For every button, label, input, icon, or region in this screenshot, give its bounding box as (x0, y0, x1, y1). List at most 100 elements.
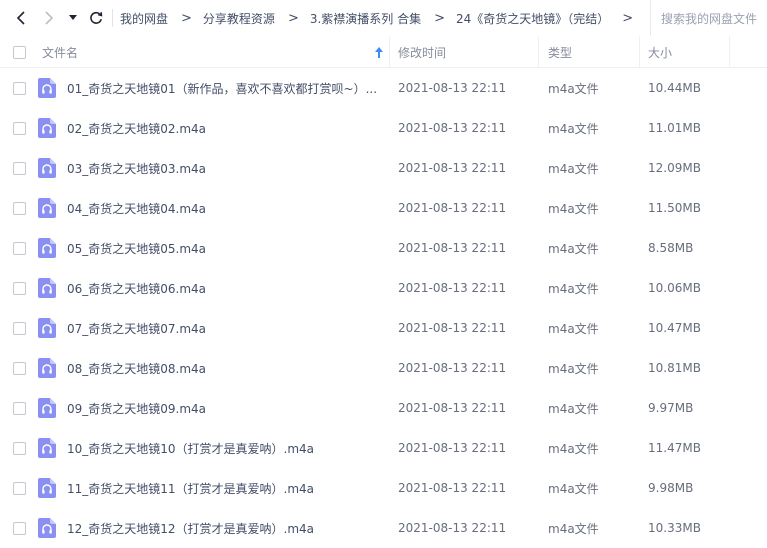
table-row[interactable]: 11_奇货之天地镜11（打赏才是真爱呐）.m4a 2021-08-13 22:11… (0, 468, 767, 508)
column-header-size[interactable]: 大小 (648, 36, 672, 68)
table-row[interactable]: 02_奇货之天地镜02.m4a 2021-08-13 22:11 m4a文件 11.0… (0, 108, 767, 148)
file-name[interactable]: 05_奇货之天地镜05.m4a (67, 228, 377, 268)
file-name[interactable]: 08_奇货之天地镜08.m4a (67, 348, 377, 388)
row-checkbox[interactable] (13, 481, 26, 495)
table-row[interactable]: 12_奇货之天地镜12（打赏才是真爱呐）.m4a 2021-08-13 22:11… (0, 508, 767, 548)
file-name[interactable]: 04_奇货之天地镜04.m4a (67, 188, 377, 228)
breadcrumb: 我的网盘 > 分享教程资源 > 3.紫襟演播系列 合集 > 24《奇货之天地镜》… (120, 0, 644, 36)
refresh-button[interactable] (84, 5, 108, 31)
sort-up-arrow-icon[interactable] (374, 47, 384, 58)
audio-file-icon (38, 518, 56, 538)
audio-file-icon (38, 118, 56, 138)
row-checkbox[interactable] (13, 401, 26, 415)
row-checkbox[interactable] (13, 321, 26, 335)
row-checkbox[interactable] (13, 441, 26, 455)
back-button[interactable] (9, 5, 33, 31)
toolbar-divider (112, 9, 113, 27)
file-type: m4a文件 (548, 361, 599, 376)
column-header-name[interactable]: 文件名 (42, 36, 78, 68)
row-checkbox[interactable] (13, 521, 26, 535)
audio-file-icon (38, 438, 56, 458)
column-divider (729, 36, 730, 68)
column-header-modified[interactable]: 修改时间 (398, 36, 446, 68)
table-row[interactable]: 01_奇货之天地镜01（新作品，喜欢不喜欢都打赏呗~）.... 2021-08-1… (0, 68, 767, 108)
file-type: m4a文件 (548, 401, 599, 416)
table-row[interactable]: 03_奇货之天地镜03.m4a 2021-08-13 22:11 m4a文件 12.0… (0, 148, 767, 188)
table-row[interactable]: 04_奇货之天地镜04.m4a 2021-08-13 22:11 m4a文件 11.5… (0, 188, 767, 228)
file-size: 10.81MB (648, 361, 701, 375)
file-name[interactable]: 12_奇货之天地镜12（打赏才是真爱呐）.m4a (67, 508, 377, 548)
file-type: m4a文件 (548, 281, 599, 296)
file-name[interactable]: 01_奇货之天地镜01（新作品，喜欢不喜欢都打赏呗~）.... (67, 68, 377, 108)
row-checkbox[interactable] (13, 241, 26, 255)
toolbar: 我的网盘 > 分享教程资源 > 3.紫襟演播系列 合集 > 24《奇货之天地镜》… (0, 0, 767, 36)
file-name[interactable]: 06_奇货之天地镜06.m4a (67, 268, 377, 308)
file-size: 9.98MB (648, 481, 694, 495)
file-modified-time: 2021-08-13 22:11 (398, 361, 507, 375)
table-row[interactable]: 07_奇货之天地镜07.m4a 2021-08-13 22:11 m4a文件 10.4… (0, 308, 767, 348)
row-checkbox[interactable] (13, 201, 26, 215)
file-type: m4a文件 (548, 201, 599, 216)
file-size: 11.50MB (648, 201, 701, 215)
table-row[interactable]: 09_奇货之天地镜09.m4a 2021-08-13 22:11 m4a文件 9.97… (0, 388, 767, 428)
breadcrumb-item-current[interactable]: 24《奇货之天地镜》（完结） (456, 10, 609, 27)
file-modified-time: 2021-08-13 22:11 (398, 481, 507, 495)
select-all-checkbox[interactable] (13, 45, 26, 59)
breadcrumb-item-share[interactable]: 分享教程资源 (203, 10, 275, 27)
breadcrumb-item-collection[interactable]: 3.紫襟演播系列 合集 (310, 10, 421, 27)
file-size: 8.58MB (648, 241, 694, 255)
audio-file-icon (38, 398, 56, 418)
refresh-icon (90, 11, 103, 24)
file-size: 10.44MB (648, 81, 701, 95)
column-header-type[interactable]: 类型 (548, 36, 572, 68)
file-name[interactable]: 02_奇货之天地镜02.m4a (67, 108, 377, 148)
file-modified-time: 2021-08-13 22:11 (398, 281, 507, 295)
file-size: 10.06MB (648, 281, 701, 295)
row-checkbox[interactable] (13, 121, 26, 135)
audio-file-icon (38, 238, 56, 258)
audio-file-icon (38, 158, 56, 178)
file-list: 01_奇货之天地镜01（新作品，喜欢不喜欢都打赏呗~）.... 2021-08-1… (0, 68, 767, 548)
row-checkbox[interactable] (13, 361, 26, 375)
table-row[interactable]: 10_奇货之天地镜10（打赏才是真爱呐）.m4a 2021-08-13 22:11… (0, 428, 767, 468)
audio-file-icon (38, 198, 56, 218)
file-modified-time: 2021-08-13 22:11 (398, 241, 507, 255)
file-modified-time: 2021-08-13 22:11 (398, 121, 507, 135)
forward-button[interactable] (37, 5, 61, 31)
file-size: 10.47MB (648, 321, 701, 335)
breadcrumb-item-root[interactable]: 我的网盘 (120, 10, 168, 27)
file-name[interactable]: 03_奇货之天地镜03.m4a (67, 148, 377, 188)
breadcrumb-separator: > (622, 10, 634, 26)
caret-down-icon (69, 15, 77, 20)
file-size: 10.33MB (648, 521, 701, 535)
file-size: 12.09MB (648, 161, 701, 175)
row-checkbox[interactable] (13, 281, 26, 295)
file-name[interactable]: 07_奇货之天地镜07.m4a (67, 308, 377, 348)
audio-file-icon (38, 318, 56, 338)
file-type: m4a文件 (548, 121, 599, 136)
file-type: m4a文件 (548, 81, 599, 96)
row-checkbox[interactable] (13, 161, 26, 175)
table-row[interactable]: 06_奇货之天地镜06.m4a 2021-08-13 22:11 m4a文件 10.0… (0, 268, 767, 308)
file-modified-time: 2021-08-13 22:11 (398, 81, 507, 95)
file-modified-time: 2021-08-13 22:11 (398, 441, 507, 455)
search-input[interactable]: 搜索我的网盘文件 (650, 0, 767, 36)
table-row[interactable]: 05_奇货之天地镜05.m4a 2021-08-13 22:11 m4a文件 8.58… (0, 228, 767, 268)
table-row[interactable]: 08_奇货之天地镜08.m4a 2021-08-13 22:11 m4a文件 10.8… (0, 348, 767, 388)
audio-file-icon (38, 478, 56, 498)
history-dropdown-button[interactable] (62, 5, 84, 31)
row-checkbox[interactable] (13, 81, 26, 95)
file-type: m4a文件 (548, 321, 599, 336)
file-modified-time: 2021-08-13 22:11 (398, 521, 507, 535)
file-name[interactable]: 11_奇货之天地镜11（打赏才是真爱呐）.m4a (67, 468, 377, 508)
file-type: m4a文件 (548, 241, 599, 256)
file-modified-time: 2021-08-13 22:11 (398, 321, 507, 335)
file-type: m4a文件 (548, 441, 599, 456)
breadcrumb-separator: > (181, 10, 192, 26)
file-size: 11.01MB (648, 121, 701, 135)
table-header: 文件名 修改时间 类型 大小 (0, 36, 767, 68)
column-divider (389, 36, 390, 68)
file-name[interactable]: 10_奇货之天地镜10（打赏才是真爱呐）.m4a (67, 428, 377, 468)
breadcrumb-separator: > (434, 10, 446, 26)
file-name[interactable]: 09_奇货之天地镜09.m4a (67, 388, 377, 428)
